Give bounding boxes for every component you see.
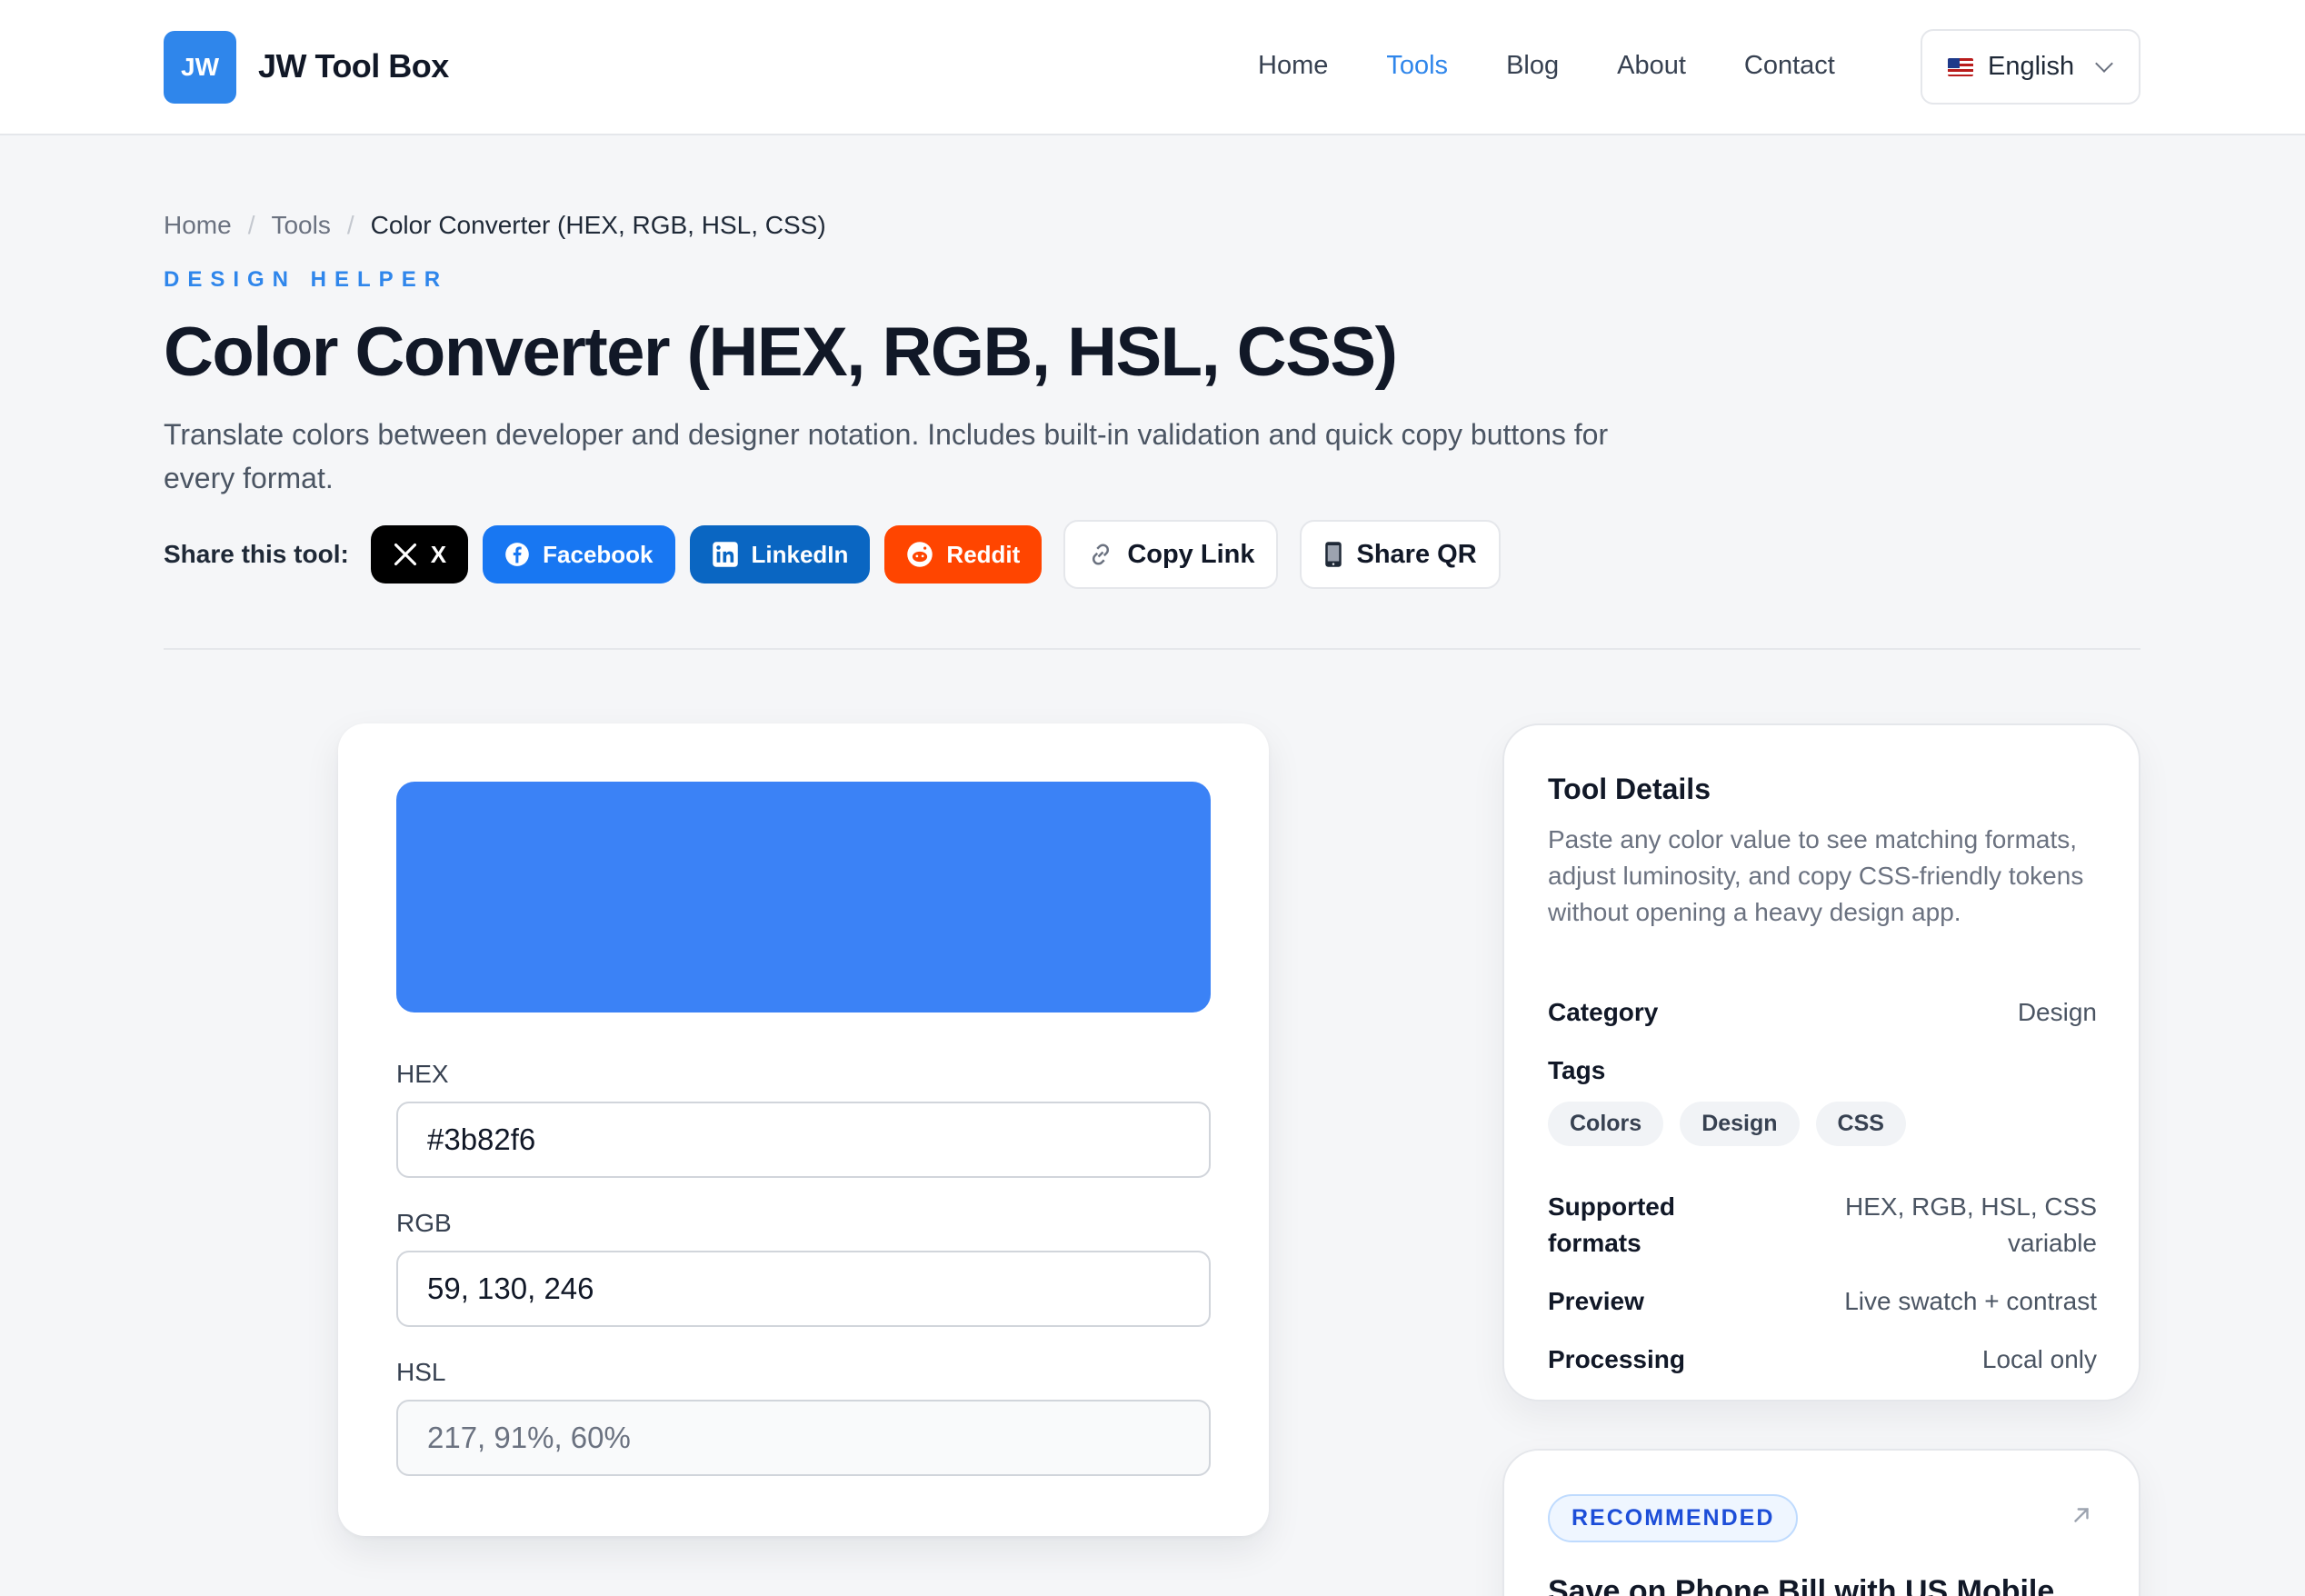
tag-list: Colors Design CSS [1548,1102,1906,1146]
nav-blog[interactable]: Blog [1506,51,1559,81]
converter-card: HEX RGB HSL [338,723,1269,1536]
breadcrumb-home[interactable]: Home [164,211,232,240]
reddit-icon [906,541,933,568]
preview-value: Live swatch + contrast [1844,1287,2097,1315]
brand-name[interactable]: JW Tool Box [258,47,449,85]
share-qr-label: Share QR [1356,539,1477,569]
rgb-label: RGB [396,1209,452,1237]
breadcrumb: Home / Tools / Color Converter (HEX, RGB… [164,211,826,240]
tag-design[interactable]: Design [1680,1102,1800,1146]
breadcrumb-current: Color Converter (HEX, RGB, HSL, CSS) [370,211,826,239]
recommended-title: Save on Phone Bill with US Mobile [1548,1574,2055,1596]
share-facebook-label: Facebook [543,540,654,568]
facebook-icon [504,542,530,567]
share-x-label: X [430,540,447,568]
tag-css[interactable]: CSS [1815,1102,1906,1146]
processing-label: Processing [1548,1345,1685,1373]
tool-details-card: Tool Details Paste any color value to se… [1502,723,2140,1401]
linkedin-icon [712,541,739,568]
recommended-badge: RECOMMENDED [1548,1494,1799,1542]
share-reddit-label: Reddit [946,540,1021,568]
share-label: Share this tool: [164,540,349,568]
phone-icon [1323,541,1343,568]
hsl-label: HSL [396,1358,446,1386]
tag-colors[interactable]: Colors [1548,1102,1664,1146]
hex-input[interactable] [396,1102,1211,1178]
detail-row-tags: Tags [1548,1052,2097,1089]
hsl-input[interactable] [396,1400,1211,1476]
copy-link-label: Copy Link [1127,539,1255,569]
nav-home[interactable]: Home [1258,51,1328,81]
nav-contact[interactable]: Contact [1744,51,1835,81]
share-x-button[interactable]: X [370,525,469,584]
color-swatch [396,782,1211,1012]
breadcrumb-separator: / [346,211,354,239]
nav-tools[interactable]: Tools [1386,51,1448,81]
category-value: Design [2017,998,2097,1026]
link-icon [1087,541,1114,568]
share-row: Share this tool: X Facebook LinkedIn Red… [164,520,1515,589]
breadcrumb-separator: / [247,211,255,239]
detail-row-formats: Supported formats HEX, RGB, HSL, CSS var… [1548,1189,2097,1262]
page-description: Translate colors between developer and d… [164,418,1609,494]
share-reddit-button[interactable]: Reddit [884,525,1043,584]
detail-row-preview: Preview Live swatch + contrast [1548,1283,2097,1320]
language-label: English [1988,52,2075,81]
main-nav: Home Tools Blog About Contact [1258,51,1835,81]
logo[interactable]: JW [164,31,236,104]
recommended-card[interactable]: RECOMMENDED Save on Phone Bill with US M… [1502,1449,2140,1596]
processing-value: Local only [1981,1345,2097,1373]
share-linkedin-button[interactable]: LinkedIn [689,525,871,584]
formats-value: HEX, RGB, HSL, CSS variable [1845,1192,2097,1257]
category-label: Category [1548,998,1659,1026]
nav-about[interactable]: About [1617,51,1686,81]
eyebrow-label: DESIGN HELPER [164,267,449,292]
share-linkedin-label: LinkedIn [751,540,849,568]
formats-label: Supported formats [1548,1192,1675,1257]
section-divider [164,648,2140,650]
copy-link-button[interactable]: Copy Link [1063,520,1279,589]
site-header: JW JW Tool Box Home Tools Blog About Con… [0,0,2305,135]
us-flag-icon [1948,57,1973,76]
share-qr-button[interactable]: Share QR [1300,520,1501,589]
hex-label: HEX [396,1060,449,1088]
tags-label: Tags [1548,1056,1606,1084]
detail-row-category: Category Design [1548,994,2097,1031]
rgb-input[interactable] [396,1251,1211,1327]
preview-label: Preview [1548,1287,1644,1315]
detail-row-processing: Processing Local only [1548,1342,2097,1378]
external-arrow-icon [2070,1503,2093,1534]
language-select[interactable]: English [1921,29,2140,105]
page-title: Color Converter (HEX, RGB, HSL, CSS) [164,314,1398,391]
breadcrumb-tools[interactable]: Tools [271,211,330,240]
x-logo-icon [393,542,418,567]
tool-details-description: Paste any color value to see matching fo… [1548,825,2084,926]
tool-details-title: Tool Details [1548,773,1711,805]
share-facebook-button[interactable]: Facebook [483,525,675,584]
chevron-down-icon [2095,54,2114,73]
